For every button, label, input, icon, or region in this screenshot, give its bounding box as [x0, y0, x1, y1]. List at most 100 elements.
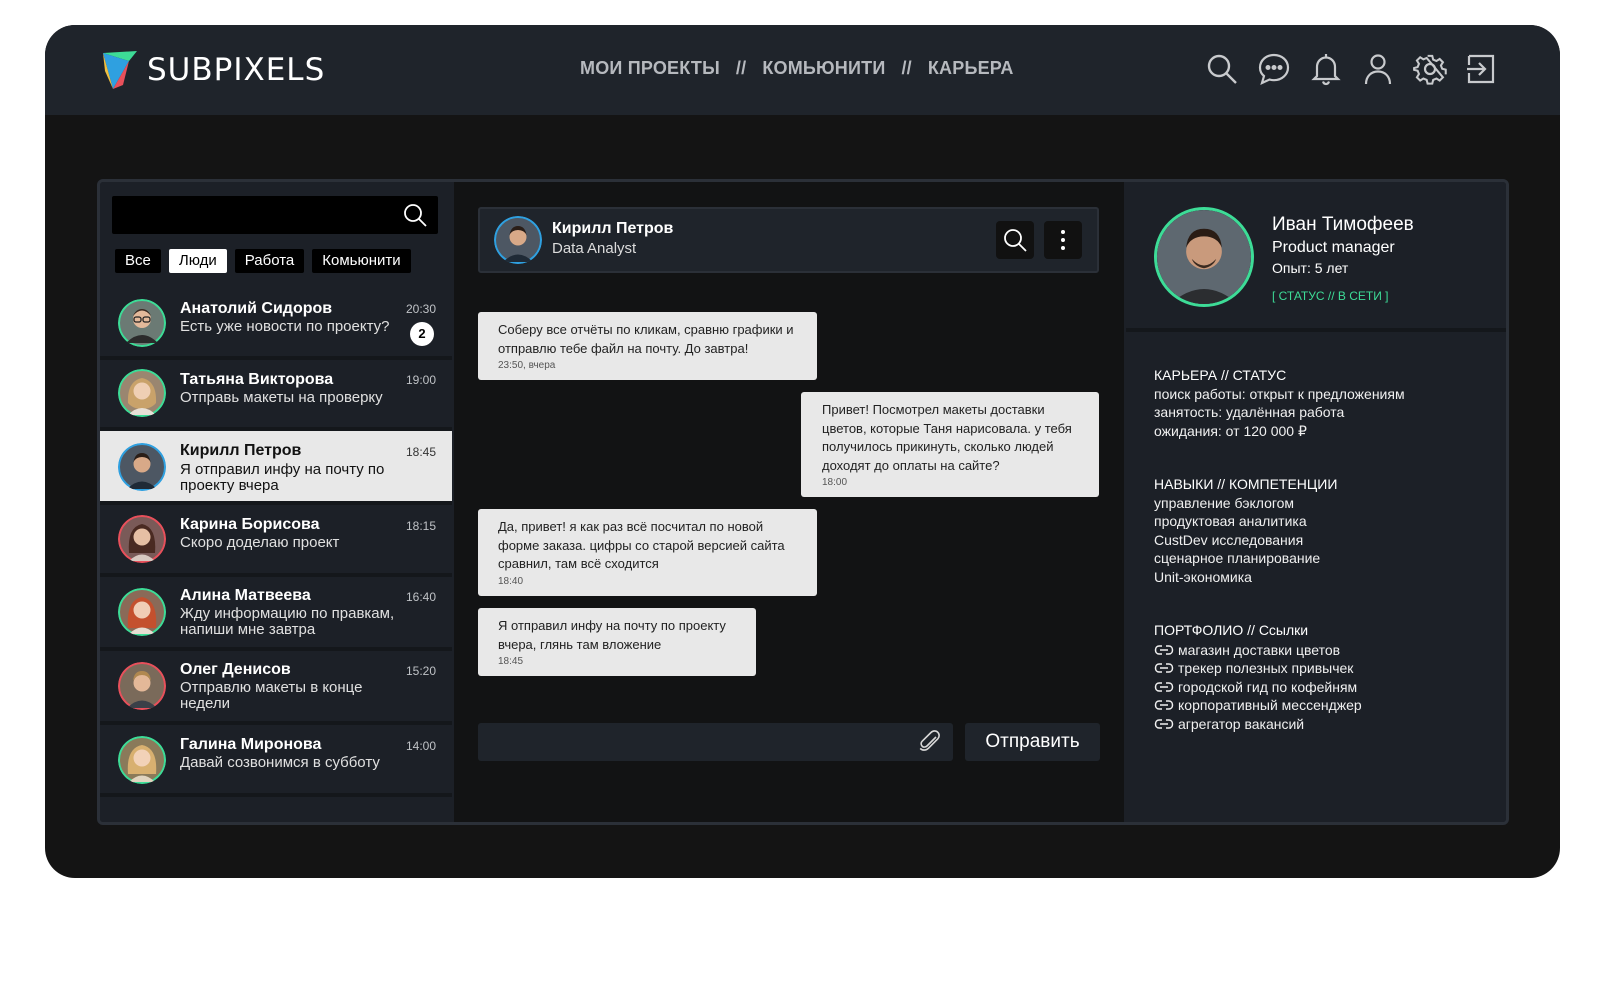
contact-filters: Все Люди Работа Комьюнити — [115, 249, 419, 273]
chat-header: Кирилл Петров Data Analyst — [478, 207, 1099, 273]
top-bar: SUBPIXELS МОИ ПРОЕКТЫ // КОМЬЮНИТИ // КА… — [45, 25, 1560, 115]
portfolio-link[interactable]: корпоративный мессенджер — [1154, 696, 1362, 715]
chat-contact-name: Кирилл Петров — [552, 220, 674, 237]
skills-title: НАВЫКИ // КОМПЕТЕНЦИИ — [1154, 476, 1338, 492]
app-window: SUBPIXELS МОИ ПРОЕКТЫ // КОМЬЮНИТИ // КА… — [45, 25, 1560, 878]
profile-status: [ СТАТУС // В СЕТИ ] — [1272, 289, 1389, 303]
nav-community[interactable]: КОМЬЮНИТИ — [762, 58, 885, 79]
contact-last-message: Я отправил инфу на почту по проекту вчер… — [180, 461, 385, 494]
avatar — [118, 369, 166, 417]
contact-last-message: Отправлю макеты в конце недели — [180, 679, 363, 712]
message-input[interactable] — [478, 723, 953, 761]
message-time: 18:40 — [498, 575, 524, 587]
messenger-panel: Все Люди Работа Комьюнити Анатолий Сидор… — [97, 179, 1509, 825]
search-icon[interactable] — [1204, 51, 1240, 87]
message-bubble-incoming: Я отправил инфу на почту по проекту вчер… — [478, 608, 756, 676]
message-bubble-incoming: Соберу все отчёты по кликам, сравню граф… — [478, 312, 817, 380]
nav-separator: // — [735, 58, 747, 78]
nav-my-projects[interactable]: МОИ ПРОЕКТЫ — [580, 58, 720, 79]
profile-role: Product manager — [1272, 239, 1395, 256]
contact-time: 20:30 — [405, 302, 436, 316]
chat-contact-avatar[interactable] — [494, 216, 542, 264]
avatar — [118, 443, 166, 491]
message-text: Соберу все отчёты по кликам, сравню граф… — [498, 322, 794, 356]
contacts-search-input[interactable] — [112, 196, 438, 234]
skill-item: сценарное планирование — [1154, 550, 1321, 566]
link-icon — [1154, 663, 1174, 673]
logout-icon[interactable] — [1464, 51, 1500, 87]
portfolio-link[interactable]: трекер полезных привычек — [1154, 659, 1362, 678]
nav-career[interactable]: КАРЬЕРА — [928, 58, 1014, 79]
portfolio-link[interactable]: магазин доставки цветов — [1154, 641, 1362, 660]
user-icon[interactable] — [1360, 51, 1396, 87]
profile-experience: Опыт: 5 лет — [1272, 260, 1349, 276]
filter-work[interactable]: Работа — [234, 249, 305, 273]
contact-item[interactable]: Алина Матвеева Жду информацию по правкам… — [100, 577, 452, 651]
filter-people[interactable]: Люди — [168, 249, 227, 273]
career-line: ожидания: от 120 000 ₽ — [1154, 422, 1307, 439]
skill-item: продуктовая аналитика — [1154, 513, 1307, 529]
profile-name: Иван Тимофеев — [1272, 214, 1414, 235]
top-icons — [1188, 51, 1500, 87]
contact-item[interactable]: Олег Денисов Отправлю макеты в конце нед… — [100, 651, 452, 725]
portfolio-link-label: агрегатор вакансий — [1178, 715, 1305, 732]
avatar — [118, 588, 166, 636]
logo[interactable]: SUBPIXELS — [99, 49, 325, 91]
logo-icon — [103, 51, 137, 89]
career-line: занятость: удалённая работа — [1154, 404, 1345, 420]
link-icon — [1154, 645, 1174, 655]
portfolio-link[interactable]: городской гид по кофейням — [1154, 678, 1362, 697]
filter-community[interactable]: Комьюнити — [312, 249, 411, 273]
message-bubble-outgoing: Привет! Посмотрел макеты доставки цветов… — [801, 392, 1099, 497]
contact-last-message: Жду информацию по правкам, напиши мне за… — [180, 605, 395, 638]
contact-name: Олег Денисов — [180, 661, 291, 678]
link-icon — [1154, 719, 1174, 729]
link-icon — [1154, 700, 1174, 710]
chat-search-button[interactable] — [996, 221, 1034, 259]
contact-item[interactable]: Кирилл Петров Я отправил инфу на почту п… — [100, 431, 452, 505]
contact-last-message: Давай созвонимся в субботу — [180, 754, 380, 771]
message-text: Да, привет! я как раз всё посчитал по но… — [498, 519, 785, 571]
contact-item[interactable]: Галина Миронова Давай созвонимся в суббо… — [100, 725, 452, 797]
portfolio-link-label: трекер полезных привычек — [1178, 660, 1354, 676]
bell-icon[interactable] — [1308, 51, 1344, 87]
message-time: 18:45 — [498, 656, 524, 667]
filter-all[interactable]: Все — [115, 249, 161, 273]
message-text: Я отправил инфу на почту по проекту вчер… — [498, 618, 726, 652]
contact-last-message: Скоро доделаю проект — [180, 534, 340, 551]
more-vertical-icon — [1061, 230, 1065, 250]
portfolio-title: ПОРТФОЛИО // Ссылки — [1154, 622, 1309, 638]
paperclip-icon[interactable] — [917, 729, 943, 755]
contact-item[interactable]: Карина Борисова Скоро доделаю проект 18:… — [100, 505, 452, 577]
contact-name: Алина Матвеева — [180, 587, 311, 604]
chat-contact-role: Data Analyst — [552, 240, 637, 257]
gear-icon[interactable] — [1412, 51, 1448, 87]
avatar — [118, 299, 166, 347]
message-text: Привет! Посмотрел макеты доставки цветов… — [822, 402, 1072, 473]
contact-item[interactable]: Анатолий Сидоров Есть уже новости по про… — [100, 289, 452, 360]
contact-item[interactable]: Татьяна Викторова Отправь макеты на пров… — [100, 360, 452, 431]
skills-section: НАВЫКИ // КОМПЕТЕНЦИИ управление бэклого… — [1154, 475, 1337, 586]
skill-item: управление бэклогом — [1154, 494, 1295, 511]
contact-time: 14:00 — [405, 739, 436, 753]
skill-item: CustDev исследования — [1154, 531, 1304, 548]
unread-badge: 2 — [410, 322, 434, 346]
send-button[interactable]: Отправить — [965, 723, 1100, 761]
avatar — [118, 736, 166, 784]
chat-icon[interactable] — [1256, 51, 1292, 87]
contact-time: 19:00 — [405, 373, 436, 387]
contact-time: 18:45 — [405, 445, 436, 459]
contact-time: 18:15 — [405, 519, 436, 533]
chat-menu-button[interactable] — [1044, 221, 1082, 259]
contact-name: Татьяна Викторова — [180, 371, 334, 388]
contact-name: Кирилл Петров — [180, 442, 302, 459]
portfolio-link[interactable]: агрегатор вакансий — [1154, 715, 1362, 734]
message-time: 18:00 — [822, 477, 848, 488]
contact-time: 15:20 — [405, 664, 436, 678]
search-icon[interactable] — [402, 202, 428, 228]
message-time: 23:50, вчера — [498, 360, 556, 371]
search-icon — [1004, 229, 1027, 252]
contact-last-message: Есть уже новости по проекту? — [180, 318, 390, 335]
message-bubble-incoming: Да, привет! я как раз всё посчитал по но… — [478, 509, 817, 596]
career-title: КАРЬЕРА // СТАТУС — [1154, 367, 1287, 383]
